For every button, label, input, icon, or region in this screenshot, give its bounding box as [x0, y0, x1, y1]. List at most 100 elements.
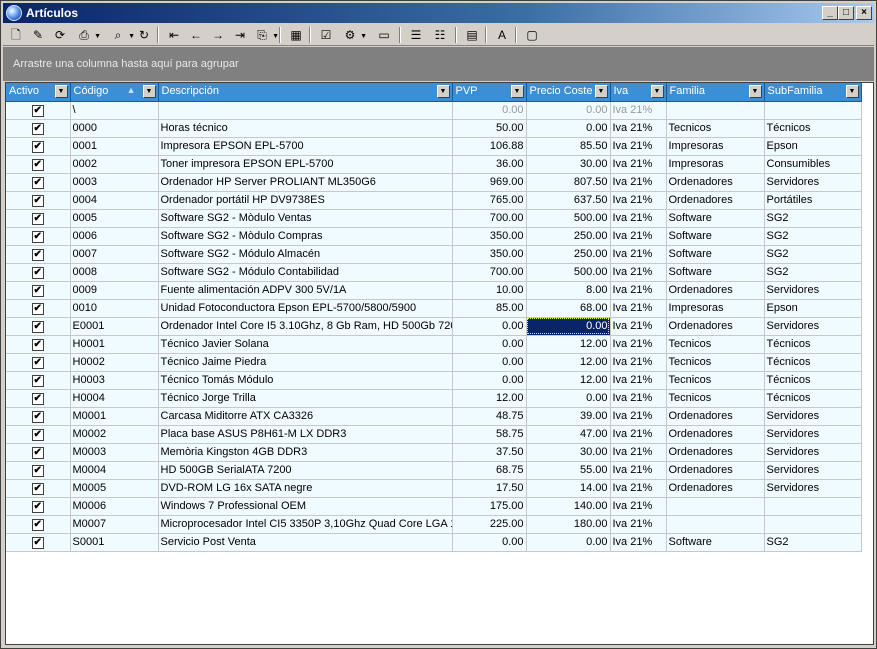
table-row[interactable]: ✔ M0002 Placa base ASUS P8H61-M LX DDR3 58.…: [6, 425, 862, 444]
cell-familia[interactable]: Ordenadores: [666, 425, 765, 444]
cell-subfamilia[interactable]: Portátiles: [764, 191, 862, 210]
cell-activo[interactable]: ✔: [6, 281, 71, 300]
cell-activo[interactable]: ✔: [6, 209, 71, 228]
cell-activo[interactable]: ✔: [6, 119, 71, 138]
title-bar[interactable]: Artículos _ □ ×: [3, 3, 874, 23]
cell-subfamilia[interactable]: Servidores: [764, 407, 862, 426]
table-row[interactable]: ✔ M0005 DVD-ROM LG 16x SATA negre 17.50 14.0…: [6, 479, 862, 498]
cell-familia[interactable]: Tecnicos: [666, 371, 765, 390]
cell-iva[interactable]: Iva 21%: [610, 371, 667, 390]
activo-checkbox[interactable]: ✔: [31, 266, 44, 279]
activo-checkbox[interactable]: ✔: [31, 158, 44, 171]
dropdown-arrow-icon[interactable]: ▼: [94, 33, 101, 40]
cell-descripcion[interactable]: Toner impresora EPSON EPL-5700: [158, 155, 453, 174]
print-button[interactable]: ⎙ ▼: [75, 26, 101, 44]
cell-precio-coste[interactable]: 12.00: [526, 353, 611, 372]
cell-activo[interactable]: ✔: [6, 335, 71, 354]
cell-activo[interactable]: ✔: [6, 371, 71, 390]
cell-familia[interactable]: Impresoras: [666, 137, 765, 156]
cell-activo[interactable]: ✔: [6, 137, 71, 156]
columns-button[interactable]: ☰: [407, 26, 425, 44]
column-filter-button[interactable]: ▼: [748, 85, 762, 98]
cell-iva[interactable]: Iva 21%: [610, 209, 667, 228]
cell-iva[interactable]: Iva 21%: [610, 173, 667, 192]
cell-subfamilia[interactable]: SG2: [764, 245, 862, 264]
cell-subfamilia[interactable]: Servidores: [764, 425, 862, 444]
cell-subfamilia[interactable]: Técnicos: [764, 371, 862, 390]
activo-checkbox[interactable]: ✔: [31, 140, 44, 153]
cell-subfamilia[interactable]: Servidores: [764, 479, 862, 498]
column-filter-button[interactable]: ▼: [436, 85, 450, 98]
cell-subfamilia[interactable]: Consumibles: [764, 155, 862, 174]
activo-checkbox[interactable]: ✔: [31, 302, 44, 315]
activo-checkbox[interactable]: ✔: [31, 518, 44, 531]
cell-familia[interactable]: Software: [666, 227, 765, 246]
activo-checkbox[interactable]: ✔: [31, 356, 44, 369]
cell-familia[interactable]: [666, 515, 765, 534]
cell-codigo[interactable]: H0001: [70, 335, 159, 354]
new-document-button[interactable]: 🗋: [7, 26, 25, 44]
cell-activo[interactable]: ✔: [6, 407, 71, 426]
cell-activo[interactable]: ✔: [6, 191, 71, 210]
cell-pvp[interactable]: 37.50: [452, 443, 527, 462]
table-row[interactable]: ✔ 0010 Unidad Fotoconductora Epson EPL-570…: [6, 299, 862, 318]
cell-pvp[interactable]: 350.00: [452, 227, 527, 246]
cell-descripcion[interactable]: Ordenador portátil HP DV9738ES: [158, 191, 453, 210]
column-header-descripcion[interactable]: Descripción ▼: [158, 83, 453, 102]
table-row[interactable]: ✔ H0003 Técnico Tomás Módulo 0.00 12.00 Iva 2…: [6, 371, 862, 390]
cell-familia[interactable]: Ordenadores: [666, 443, 765, 462]
activo-checkbox[interactable]: ✔: [31, 248, 44, 261]
settings-button[interactable]: ⚙ ▼: [341, 26, 367, 44]
column-header-codigo[interactable]: Código ▲ ▼: [70, 83, 159, 102]
cell-subfamilia[interactable]: SG2: [764, 209, 862, 228]
cell-pvp[interactable]: 0.00: [452, 533, 527, 552]
cell-pvp[interactable]: 48.75: [452, 407, 527, 426]
table-row[interactable]: ✔ 0000 Horas técnico 50.00 0.00 Iva 21% Tecnic…: [6, 119, 862, 138]
cell-iva[interactable]: Iva 21%: [610, 425, 667, 444]
cell-subfamilia[interactable]: Epson: [764, 299, 862, 318]
cell-activo[interactable]: ✔: [6, 101, 71, 120]
cell-descripcion[interactable]: Ordenador Intel Core I5 3.10Ghz, 8 Gb Ra…: [158, 317, 453, 336]
cell-descripcion[interactable]: Técnico Javier Solana: [158, 335, 453, 354]
cell-activo[interactable]: ✔: [6, 479, 71, 498]
cell-iva[interactable]: Iva 21%: [610, 515, 667, 534]
dropdown-arrow-icon[interactable]: ▼: [360, 33, 367, 40]
cell-familia[interactable]: Impresoras: [666, 155, 765, 174]
table-row[interactable]: ✔ H0004 Técnico Jorge Trilla 12.00 0.00 Iva 2…: [6, 389, 862, 408]
cell-codigo[interactable]: 0010: [70, 299, 159, 318]
column-filter-button[interactable]: ▼: [142, 85, 156, 98]
cell-precio-coste[interactable]: 0.00: [526, 533, 611, 552]
rows-button[interactable]: ☷: [431, 26, 449, 44]
table-row[interactable]: ✔ \ 0.00 0.00 Iva 21%: [6, 101, 862, 120]
cell-codigo[interactable]: 0007: [70, 245, 159, 264]
cell-precio-coste[interactable]: 14.00: [526, 479, 611, 498]
cell-familia[interactable]: Software: [666, 209, 765, 228]
cell-pvp[interactable]: 0.00: [452, 335, 527, 354]
cell-subfamilia[interactable]: Técnicos: [764, 335, 862, 354]
cell-familia[interactable]: [666, 101, 765, 120]
cell-precio-coste[interactable]: 807.50: [526, 173, 611, 192]
cell-subfamilia[interactable]: [764, 515, 862, 534]
last-record-button[interactable]: ⇥: [231, 26, 249, 44]
cell-familia[interactable]: [666, 497, 765, 516]
cell-pvp[interactable]: 350.00: [452, 245, 527, 264]
cell-descripcion[interactable]: [158, 101, 453, 120]
activo-checkbox[interactable]: ✔: [31, 410, 44, 423]
cell-precio-coste[interactable]: 250.00: [526, 227, 611, 246]
column-header-familia[interactable]: Familia ▼: [666, 83, 765, 102]
cell-codigo[interactable]: S0001: [70, 533, 159, 552]
cell-subfamilia[interactable]: SG2: [764, 533, 862, 552]
cell-activo[interactable]: ✔: [6, 263, 71, 282]
cell-descripcion[interactable]: Horas técnico: [158, 119, 453, 138]
first-record-button[interactable]: ⇤: [165, 26, 183, 44]
cell-familia[interactable]: Ordenadores: [666, 407, 765, 426]
column-header-activo[interactable]: Activo ▼: [6, 83, 71, 102]
column-header-iva[interactable]: Iva ▼: [610, 83, 667, 102]
cell-pvp[interactable]: 969.00: [452, 173, 527, 192]
minimize-button[interactable]: _: [822, 6, 838, 20]
cell-iva[interactable]: Iva 21%: [610, 389, 667, 408]
cell-iva[interactable]: Iva 21%: [610, 245, 667, 264]
maximize-button[interactable]: □: [838, 6, 854, 20]
cell-precio-coste[interactable]: 140.00: [526, 497, 611, 516]
table-row[interactable]: ✔ M0001 Carcasa Miditorre ATX CA3326 48.75 3…: [6, 407, 862, 426]
